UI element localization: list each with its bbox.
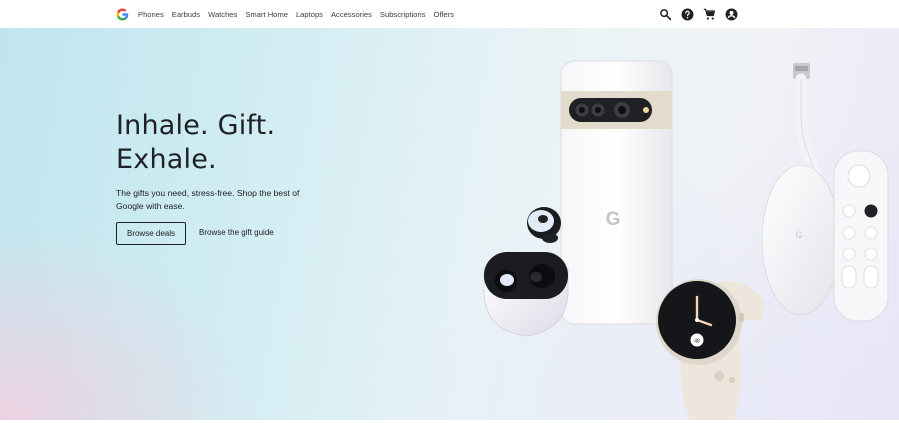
- nav-link-watches[interactable]: Watches: [208, 10, 237, 19]
- help-icon[interactable]: [681, 8, 694, 21]
- nav-link-phones[interactable]: Phones: [138, 10, 164, 19]
- remote-control: [833, 150, 889, 322]
- nav-icons: [659, 8, 738, 21]
- hero-headline-line-2: Exhale.: [116, 144, 217, 175]
- nav-link-smart-home[interactable]: Smart Home: [245, 10, 288, 19]
- nav-link-accessories[interactable]: Accessories: [331, 10, 372, 19]
- cart-icon[interactable]: [703, 8, 716, 21]
- hero-banner: Inhale. Gift. Exhale. The gifts you need…: [0, 28, 899, 420]
- nav-link-subscriptions[interactable]: Subscriptions: [380, 10, 426, 19]
- nav-link-earbuds[interactable]: Earbuds: [172, 10, 200, 19]
- hero-products-image: G G 48: [483, 60, 889, 420]
- browse-deals-button[interactable]: Browse deals: [116, 222, 186, 245]
- watch-readout: 48: [694, 339, 700, 345]
- google-logo-icon[interactable]: [116, 8, 129, 21]
- single-earbud: [527, 207, 561, 243]
- hero-headline-line-1: Inhale. Gift.: [116, 110, 276, 141]
- pixel-phone: G: [560, 60, 673, 325]
- browse-gift-guide-link[interactable]: Browse the gift guide: [199, 228, 274, 240]
- chromecast-device: G: [761, 63, 841, 316]
- nav-link-offers[interactable]: Offers: [434, 10, 455, 19]
- search-icon[interactable]: [659, 8, 672, 21]
- nav-link-laptops[interactable]: Laptops: [296, 10, 323, 19]
- pixel-watch: 48: [656, 279, 765, 420]
- top-nav: Phones Earbuds Watches Smart Home Laptop…: [0, 0, 899, 29]
- hero-headline: Inhale. Gift. Exhale.: [116, 109, 275, 177]
- nav-links: Phones Earbuds Watches Smart Home Laptop…: [138, 0, 454, 28]
- chromecast-logo: G: [795, 230, 802, 240]
- account-icon[interactable]: [725, 8, 738, 21]
- earbuds-case: [483, 252, 569, 337]
- phone-logo: G: [606, 209, 621, 230]
- hero-subtext: The gifts you need, stress-free. Shop th…: [116, 188, 300, 211]
